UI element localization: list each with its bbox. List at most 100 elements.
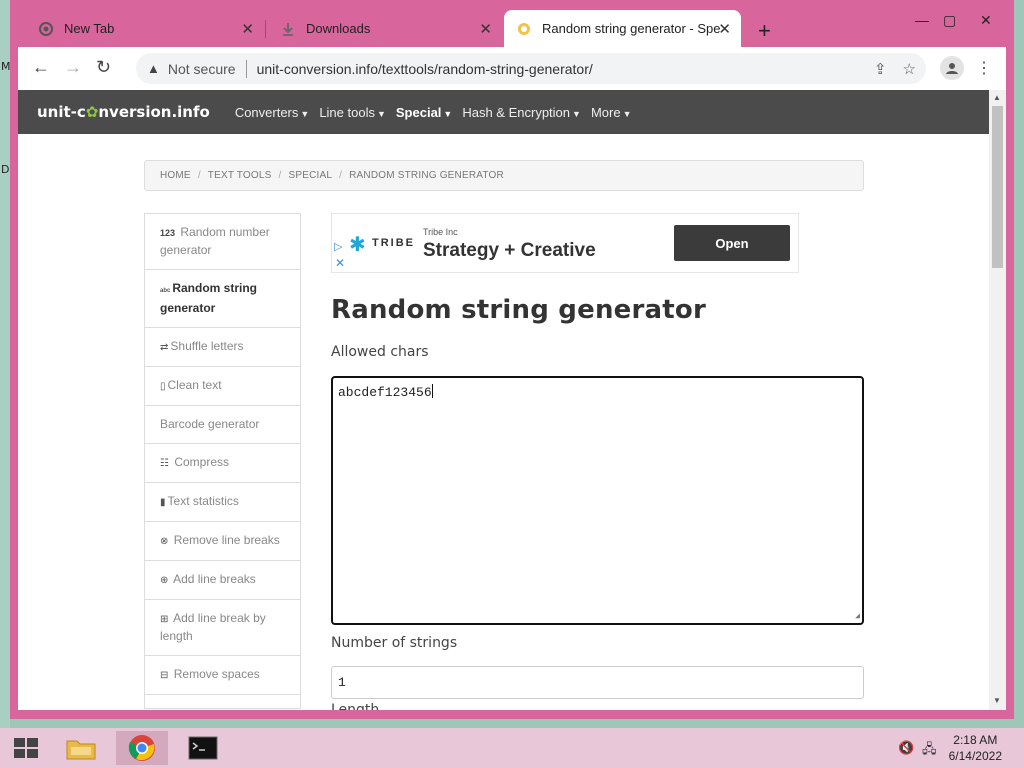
tab-divider xyxy=(265,20,266,38)
sidebar-item-shuffle-letters[interactable]: ⇄ Shuffle letters xyxy=(144,328,301,367)
allowed-chars-textarea[interactable]: abcdef123456 ◢ xyxy=(331,376,864,625)
allowed-chars-label: Allowed chars xyxy=(331,344,429,360)
breadcrumb-current: RANDOM STRING GENERATOR xyxy=(349,170,504,181)
ad-banner[interactable]: ▷ ✕ ✱ TRIBE Tribe Inc Strategy + Creativ… xyxy=(331,213,799,273)
scroll-up-icon[interactable]: ▲ xyxy=(993,93,1001,102)
sidebar-item-random-string[interactable]: abc Random string generator xyxy=(144,270,301,328)
site-favicon xyxy=(516,21,532,37)
menu-more[interactable]: More ▼ xyxy=(591,105,632,120)
close-window-button[interactable]: ✕ xyxy=(980,12,992,29)
sidebar-item-remove-spaces[interactable]: ⊟ Remove spaces xyxy=(144,656,301,695)
clock-date: 6/14/2022 xyxy=(948,749,1002,763)
ad-brand: TRIBE xyxy=(372,237,415,249)
menu-line-tools[interactable]: Line tools ▼ xyxy=(319,105,386,120)
sidebar-item-remove-line-breaks[interactable]: ⊗ Remove line breaks xyxy=(144,522,301,561)
chrome-icon xyxy=(128,735,155,761)
system-clock[interactable]: 2:18 AM 6/14/2022 xyxy=(949,732,1002,764)
close-icon[interactable]: ✕ xyxy=(479,20,492,38)
ad-close-icon[interactable]: ✕ xyxy=(335,256,345,270)
ad-open-button[interactable]: Open xyxy=(674,225,790,261)
windows-logo-icon xyxy=(14,738,38,758)
tab-title: New Tab xyxy=(64,21,115,36)
sidebar-item-clean-text[interactable]: ▯ Clean text xyxy=(144,367,301,406)
forward-arrow-icon[interactable]: → xyxy=(64,58,82,76)
sidebar-item-partial[interactable] xyxy=(144,695,301,709)
number-of-strings-input[interactable]: 1 xyxy=(331,666,864,699)
volume-muted-icon[interactable]: 🔇 xyxy=(898,740,914,756)
page-title: Random string generator xyxy=(331,295,706,325)
chrome-taskbar-button[interactable] xyxy=(116,731,168,765)
tab-title: Downloads xyxy=(306,21,371,36)
tribe-logo-icon: ✱ xyxy=(349,234,366,256)
sidebar-item-add-line-breaks[interactable]: ⊕ Add line breaks xyxy=(144,561,301,600)
caret-down-icon: ▼ xyxy=(300,108,310,119)
maximize-button[interactable]: ▢ xyxy=(943,12,956,29)
new-tab-button[interactable]: + xyxy=(758,20,771,42)
url-text[interactable]: unit-conversion.info/texttools/random-st… xyxy=(257,61,593,77)
compress-icon: ☷ xyxy=(160,458,169,469)
clock-time: 2:18 AM xyxy=(953,733,998,747)
bookmark-star-icon[interactable]: ☆ xyxy=(903,60,916,78)
terminal-taskbar-button[interactable] xyxy=(177,731,229,765)
number-of-strings-label: Number of strings xyxy=(331,635,458,651)
ad-headline: Strategy + Creative xyxy=(423,240,596,261)
sidebar-item-barcode-generator[interactable]: Barcode generator xyxy=(144,406,301,444)
shuffle-icon: ⇄ xyxy=(160,342,169,353)
file-explorer-button[interactable] xyxy=(55,731,107,765)
close-icon[interactable]: ✕ xyxy=(241,20,254,38)
breadcrumb-text-tools[interactable]: TEXT TOOLS xyxy=(208,170,272,181)
folder-icon xyxy=(66,740,96,760)
sidebar-item-compress[interactable]: ☷ Compress xyxy=(144,444,301,483)
plus-square-icon: ⊞ xyxy=(160,614,169,625)
caret-down-icon: ▼ xyxy=(443,108,453,119)
address-bar[interactable]: ▲ Not secure unit-conversion.info/textto… xyxy=(136,53,926,84)
reload-icon[interactable]: ↻ xyxy=(96,58,111,76)
breadcrumb-home[interactable]: HOME xyxy=(160,170,191,181)
tab-random-string-generator[interactable]: Random string generator - Speci ✕ xyxy=(504,10,741,47)
scroll-down-icon[interactable]: ▼ xyxy=(993,696,1001,705)
ad-choices-icon[interactable]: ▷ xyxy=(334,240,342,253)
caret-down-icon: ▼ xyxy=(572,108,581,119)
sidebar-menu: 123 Random number generator abc Random st… xyxy=(144,213,301,709)
download-icon xyxy=(280,21,296,37)
desktop-icon-label: D xyxy=(1,163,10,176)
tab-new-tab[interactable]: New Tab ✕ xyxy=(26,10,264,47)
menu-hash-encryption[interactable]: Hash & Encryption ▼ xyxy=(462,105,581,120)
breadcrumb: HOME / TEXT TOOLS / SPECIAL / RANDOM STR… xyxy=(144,160,864,191)
resize-handle-icon[interactable]: ◢ xyxy=(855,611,860,621)
kebab-menu-icon[interactable]: ⋮ xyxy=(976,58,992,78)
allowed-chars-value: abcdef123456 xyxy=(338,385,432,400)
number-icon: 123 xyxy=(160,228,176,238)
desktop-background xyxy=(0,0,10,728)
network-icon[interactable]: 🖧 xyxy=(922,740,937,762)
terminal-icon xyxy=(188,736,218,760)
vertical-scrollbar[interactable]: ▲ ▼ xyxy=(989,90,1006,710)
scrollbar-thumb[interactable] xyxy=(992,106,1003,268)
menu-special[interactable]: Special ▼ xyxy=(396,105,452,120)
site-menu: Converters ▼ Line tools ▼ Special ▼ Hash & … xyxy=(235,105,642,120)
site-logo[interactable]: unit-c✿nversion.info xyxy=(37,103,210,121)
page-viewport: unit-c✿nversion.info Converters ▼ Line to… xyxy=(18,90,989,710)
minimize-button[interactable]: — xyxy=(915,12,929,28)
tab-title: Random string generator - Speci xyxy=(542,21,720,36)
add-circle-icon: ⊕ xyxy=(160,575,169,586)
menu-converters[interactable]: Converters ▼ xyxy=(235,105,310,120)
breadcrumb-special[interactable]: SPECIAL xyxy=(288,170,332,181)
warning-icon[interactable]: ▲ xyxy=(147,61,160,76)
start-button[interactable] xyxy=(0,731,52,765)
ad-advertiser: Tribe Inc xyxy=(423,227,458,237)
minus-square-icon: ⊟ xyxy=(160,670,169,681)
toolbar: ← → ↻ ▲ Not secure unit-conversion.info/… xyxy=(18,47,1006,90)
text-cursor xyxy=(431,384,433,398)
share-icon[interactable]: ⇪ xyxy=(874,60,887,78)
taskbar: 🔇 🖧 2:18 AM 6/14/2022 xyxy=(0,728,1024,768)
profile-avatar-icon[interactable] xyxy=(940,56,964,80)
close-icon[interactable]: ✕ xyxy=(718,20,731,38)
back-arrow-icon[interactable]: ← xyxy=(32,58,50,76)
sidebar-item-text-statistics[interactable]: ▮ Text statistics xyxy=(144,483,301,522)
sidebar-item-random-number[interactable]: 123 Random number generator xyxy=(144,213,301,270)
chrome-icon xyxy=(38,21,54,37)
sidebar-item-add-line-break-by-length[interactable]: ⊞ Add line break by length xyxy=(144,600,301,656)
security-label[interactable]: Not secure xyxy=(168,61,236,77)
tab-downloads[interactable]: Downloads ✕ xyxy=(268,10,502,47)
